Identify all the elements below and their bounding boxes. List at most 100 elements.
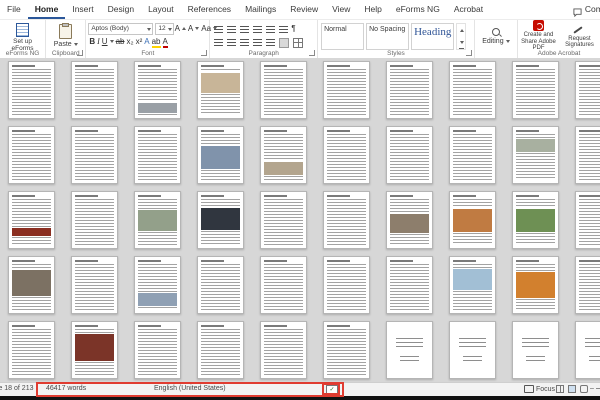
page-thumbnail[interactable]	[575, 256, 600, 314]
font-name-select[interactable]: Aptos (Body)	[88, 22, 154, 35]
page-thumbnail[interactable]	[512, 126, 559, 184]
page-thumbnail[interactable]	[512, 191, 559, 249]
page-thumbnail[interactable]	[8, 321, 55, 379]
page-thumbnail[interactable]	[575, 61, 600, 119]
page-thumbnail[interactable]	[386, 191, 433, 249]
page-thumbnail[interactable]	[134, 126, 181, 184]
page-thumbnail[interactable]	[197, 256, 244, 314]
underline-button[interactable]: U	[101, 36, 115, 48]
text-effects-button[interactable]: A	[143, 36, 150, 48]
comments-button[interactable]: Comments	[573, 0, 600, 19]
page-thumbnail[interactable]	[512, 61, 559, 119]
decrease-indent-icon[interactable]	[253, 25, 263, 34]
page-thumbnail[interactable]	[8, 256, 55, 314]
tab-layout[interactable]: Layout	[141, 0, 181, 19]
styles-dialog-launcher[interactable]	[465, 50, 472, 56]
page-thumbnail[interactable]	[260, 321, 307, 379]
align-right-icon[interactable]	[240, 38, 250, 47]
page-thumbnail[interactable]	[386, 61, 433, 119]
proofing-icon[interactable]: ✓	[326, 385, 338, 395]
paste-button[interactable]: Paste	[54, 23, 78, 48]
font-color-button[interactable]: A	[162, 36, 169, 48]
paragraph-dialog-launcher[interactable]	[309, 50, 316, 56]
style-no-spacing[interactable]: No Spacing	[366, 23, 410, 50]
page-thumbnail[interactable]	[8, 126, 55, 184]
page-thumbnail[interactable]	[575, 321, 600, 379]
tab-eforms-ng[interactable]: eForms NG	[389, 0, 447, 19]
align-center-icon[interactable]	[227, 38, 237, 47]
zoom-control[interactable]: –	[590, 385, 600, 392]
page-thumbnail[interactable]	[71, 61, 118, 119]
bullets-icon[interactable]	[214, 25, 224, 34]
page-thumbnail[interactable]	[323, 321, 370, 379]
editing-button[interactable]: Editing	[482, 37, 510, 45]
page-thumbnail[interactable]	[71, 321, 118, 379]
language-indicator[interactable]: English (United States)	[154, 385, 226, 392]
page-thumbnail[interactable]	[71, 256, 118, 314]
grow-font-button[interactable]: A	[174, 23, 187, 35]
page-thumbnail[interactable]	[323, 256, 370, 314]
page-thumbnail[interactable]	[197, 61, 244, 119]
page-thumbnail[interactable]	[449, 61, 496, 119]
multilevel-list-icon[interactable]	[240, 25, 250, 34]
borders-icon[interactable]	[293, 37, 304, 48]
request-signatures-button[interactable]: Request Signatures	[561, 24, 598, 49]
page-thumbnail[interactable]	[134, 191, 181, 249]
tab-help[interactable]: Help	[357, 0, 388, 19]
read-mode-icon[interactable]	[556, 385, 564, 393]
focus-button[interactable]: Focus	[524, 385, 555, 393]
style-heading[interactable]: Heading	[411, 23, 455, 50]
page-thumbnail[interactable]	[323, 126, 370, 184]
page-thumbnail[interactable]	[197, 191, 244, 249]
page-thumbnail[interactable]	[449, 191, 496, 249]
show-paragraph-marks-button[interactable]: ¶	[290, 23, 296, 35]
page-thumbnail[interactable]	[71, 126, 118, 184]
create-pdf-button[interactable]: Create and Share Adobe PDF	[520, 20, 557, 52]
paste-dropdown-icon[interactable]	[73, 43, 78, 48]
scroll-down-icon[interactable]	[460, 40, 465, 46]
page-thumbnail[interactable]	[197, 321, 244, 379]
increase-indent-icon[interactable]	[266, 25, 276, 34]
style-normal[interactable]: Normal	[321, 23, 365, 50]
page-thumbnail[interactable]	[449, 321, 496, 379]
tab-review[interactable]: Review	[283, 0, 325, 19]
subscript-button[interactable]: x₂	[125, 36, 134, 48]
tab-design[interactable]: Design	[101, 0, 141, 19]
shrink-font-button[interactable]: A	[187, 23, 200, 35]
page-thumbnail[interactable]	[260, 191, 307, 249]
page-thumbnail[interactable]	[386, 256, 433, 314]
zoom-out-icon[interactable]: –	[590, 385, 594, 392]
align-left-icon[interactable]	[214, 38, 224, 47]
page-thumbnail[interactable]	[134, 321, 181, 379]
sort-icon[interactable]	[279, 25, 289, 34]
page-indicator[interactable]: Page 18 of 213	[0, 385, 34, 392]
highlight-color-button[interactable]: ab	[151, 36, 162, 48]
font-dialog-launcher[interactable]	[201, 50, 208, 56]
setup-eforms-button[interactable]: Set up eForms	[2, 23, 43, 52]
font-size-select[interactable]: 12	[155, 22, 174, 35]
shading-icon[interactable]	[279, 37, 290, 48]
page-thumbnail[interactable]	[386, 126, 433, 184]
clipboard-dialog-launcher[interactable]	[77, 50, 84, 56]
page-thumbnail[interactable]	[8, 191, 55, 249]
line-spacing-icon[interactable]	[266, 38, 276, 47]
page-thumbnail[interactable]	[575, 191, 600, 249]
web-layout-icon[interactable]	[580, 385, 588, 393]
tab-mailings[interactable]: Mailings	[238, 0, 283, 19]
page-thumbnail[interactable]	[323, 61, 370, 119]
word-count[interactable]: 46417 words	[46, 385, 86, 392]
scroll-up-icon[interactable]	[460, 26, 465, 32]
zoom-slider[interactable]	[595, 388, 600, 389]
page-thumbnail[interactable]	[134, 61, 181, 119]
page-thumbnail[interactable]	[449, 126, 496, 184]
page-thumbnail[interactable]	[449, 256, 496, 314]
styles-gallery-scroll[interactable]	[456, 23, 467, 50]
print-layout-icon[interactable]	[568, 385, 576, 393]
page-thumbnail[interactable]	[575, 126, 600, 184]
page-thumbnail[interactable]	[260, 256, 307, 314]
page-thumbnail[interactable]	[512, 256, 559, 314]
page-thumbnail[interactable]	[8, 61, 55, 119]
tab-home[interactable]: Home	[27, 0, 66, 19]
tab-insert[interactable]: Insert	[65, 0, 100, 19]
numbering-icon[interactable]	[227, 25, 237, 34]
